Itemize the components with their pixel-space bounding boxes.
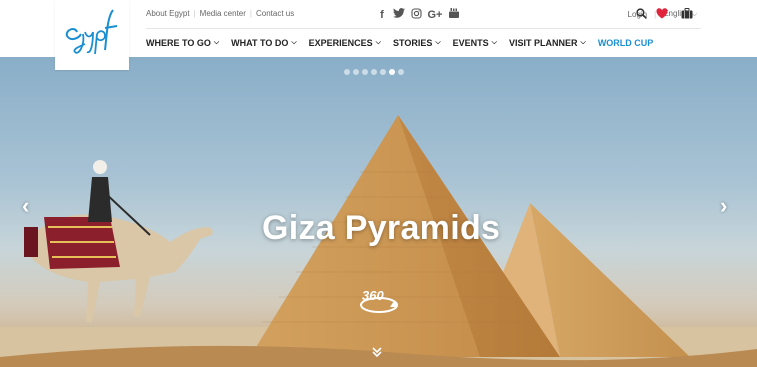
header-divider <box>146 28 701 29</box>
chevron-down-icon: ⌵ <box>291 39 297 46</box>
nav-item-experiences[interactable]: EXPERIENCES ⌵ <box>309 38 381 48</box>
media-center-link[interactable]: Media center <box>200 9 246 18</box>
slide-dot[interactable] <box>362 69 368 75</box>
camel-figure <box>24 160 213 322</box>
chevron-down-icon: ⌵ <box>580 39 586 46</box>
nav-label: EXPERIENCES <box>308 38 373 48</box>
egypt-logo[interactable] <box>55 0 129 70</box>
nav-item-world-cup[interactable]: WORLD CUP <box>598 38 654 48</box>
nav-label: EVENTS <box>452 38 489 48</box>
about-egypt-link[interactable]: About Egypt <box>146 9 190 18</box>
nav-item-events[interactable]: EVENTS ⌵ <box>453 38 497 48</box>
search-icon[interactable] <box>634 6 648 20</box>
slide-dot[interactable] <box>380 69 386 75</box>
google-plus-icon[interactable]: G+ <box>427 9 443 21</box>
logo-mark <box>65 9 118 55</box>
divider: | <box>249 9 252 18</box>
nav-label: WHAT TO DO <box>231 38 289 48</box>
previous-slide-arrow-icon[interactable]: ‹ <box>22 195 29 217</box>
slider-pagination <box>344 69 404 75</box>
hero-title: Giza Pyramids <box>262 209 501 247</box>
twitter-icon[interactable] <box>393 8 405 21</box>
nav-label: WORLD CUP <box>597 38 654 48</box>
view-360-button[interactable]: 360 <box>358 283 400 317</box>
nav-label: WHERE TO GO <box>146 38 211 48</box>
social-links: f G+ <box>376 7 460 22</box>
nav-item-where-to-go[interactable]: WHERE TO GO ⌵ <box>146 38 219 48</box>
chevron-down-icon: ⌵ <box>435 39 441 46</box>
facebook-icon[interactable]: f <box>376 9 388 21</box>
hero-slider[interactable]: ‹ › Giza Pyramids 360 <box>0 57 757 367</box>
utility-links: About Egypt | Media center | Contact us <box>146 9 294 18</box>
nav-label: VISIT PLANNER <box>508 38 578 48</box>
next-slide-arrow-icon[interactable]: › <box>720 195 727 217</box>
chevron-down-icon: ⌵ <box>491 39 497 46</box>
slide-dot-active[interactable] <box>389 69 395 75</box>
nav-item-what-to-do[interactable]: WHAT TO DO ⌵ <box>231 38 296 48</box>
heart-icon[interactable] <box>655 6 669 20</box>
nav-item-visit-planner[interactable]: VISIT PLANNER ⌵ <box>509 38 586 48</box>
suitcase-icon[interactable] <box>680 6 694 20</box>
nav-item-stories[interactable]: STORIES ⌵ <box>393 38 441 48</box>
youtube-icon[interactable] <box>448 7 460 22</box>
instagram-icon[interactable] <box>410 7 422 22</box>
slide-dot[interactable] <box>398 69 404 75</box>
scroll-down-icon[interactable] <box>372 347 382 360</box>
contact-us-link[interactable]: Contact us <box>256 9 294 18</box>
slide-dot[interactable] <box>344 69 350 75</box>
chevron-down-icon: ⌵ <box>375 39 381 46</box>
slide-dot[interactable] <box>371 69 377 75</box>
slide-dot[interactable] <box>353 69 359 75</box>
divider: | <box>193 9 196 18</box>
badge-360-label: 360 <box>362 288 384 303</box>
main-nav: WHERE TO GO ⌵ WHAT TO DO ⌵ EXPERIENCES ⌵ ST… <box>146 38 665 48</box>
chevron-down-icon: ⌵ <box>213 39 220 46</box>
nav-label: STORIES <box>392 38 433 48</box>
